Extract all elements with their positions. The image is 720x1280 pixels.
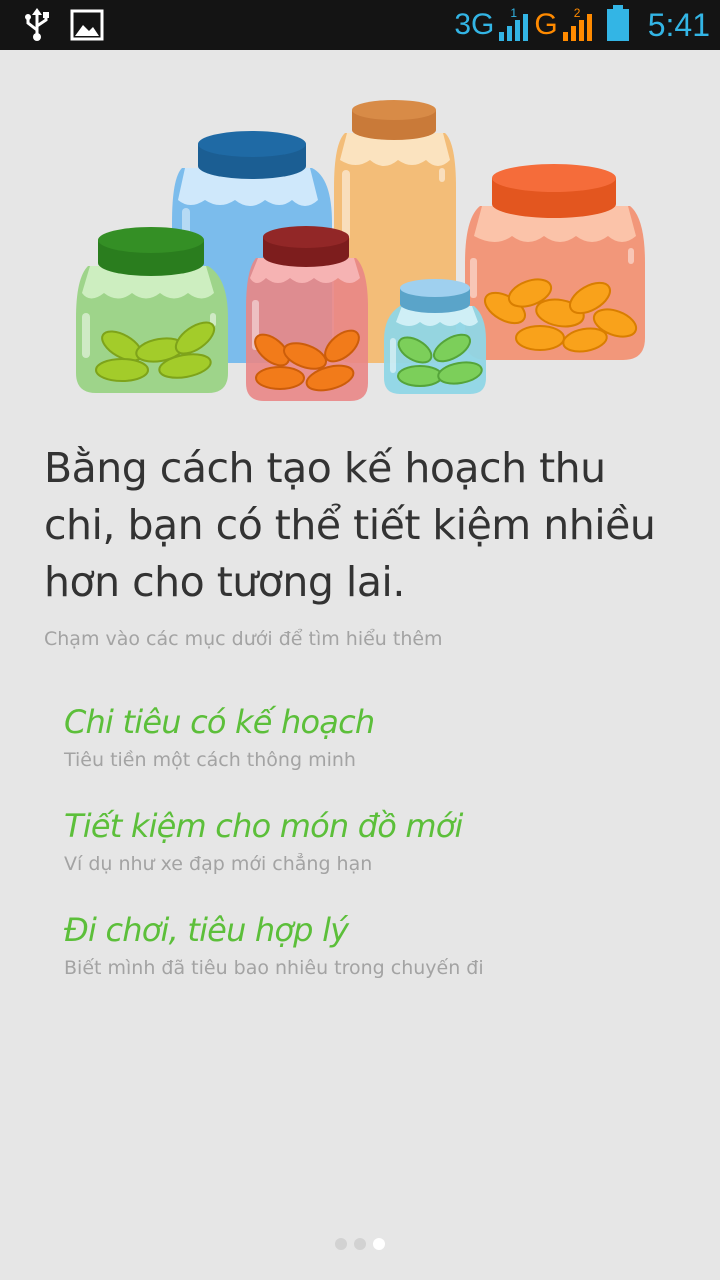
salmon-jar [465,164,645,360]
network-type-sim2: G [534,8,558,41]
options-list: Chi tiêu có kế hoạch Tiêu tiền một cách … [64,700,684,1012]
option-subtitle: Ví dụ như xe đạp mới chẳng hạn [64,853,373,875]
hint-text: Chạm vào các mục dưới để tìm hiểu thêm [44,628,443,650]
savings-jars-illustration [60,88,660,408]
option-title: Tiết kiệm cho món đồ mới [64,807,463,845]
option-travel-budget[interactable]: Đi chơi, tiêu hợp lý Biết mình đã tiêu b… [64,908,684,982]
signal-icon: 2 [562,6,594,42]
page-dot-3[interactable] [373,1238,385,1250]
option-subtitle: Biết mình đã tiêu bao nhiêu trong chuyến… [64,957,484,979]
usb-icon [22,8,52,47]
option-subtitle: Tiêu tiền một cách thông minh [64,749,356,771]
battery-icon [606,4,630,47]
option-title: Đi chơi, tiêu hợp lý [64,911,349,949]
page-dot-1[interactable] [335,1238,347,1250]
clock: 5:41 [647,7,710,43]
status-bar: 3G 1 G 2 5:41 [0,0,720,50]
option-title: Chi tiêu có kế hoạch [64,703,375,741]
network-type-sim1: 3G [454,8,495,41]
headline: Bằng cách tạo kế hoạch thu chi, bạn có t… [44,444,656,606]
page-indicator [0,1238,720,1250]
sim1-label: 1 [510,6,518,20]
image-icon [70,9,104,46]
option-save-for-new-item[interactable]: Tiết kiệm cho món đồ mới Ví dụ như xe đạ… [64,804,684,878]
page-dot-2[interactable] [354,1238,366,1250]
onboarding-screen: 3G 1 G 2 5:41 Bằng cách tạo kế hoạch thu… [0,0,720,1280]
option-planned-spending[interactable]: Chi tiêu có kế hoạch Tiêu tiền một cách … [64,700,684,774]
signal-icon: 1 [498,6,530,42]
sim2-label: 2 [573,6,581,20]
